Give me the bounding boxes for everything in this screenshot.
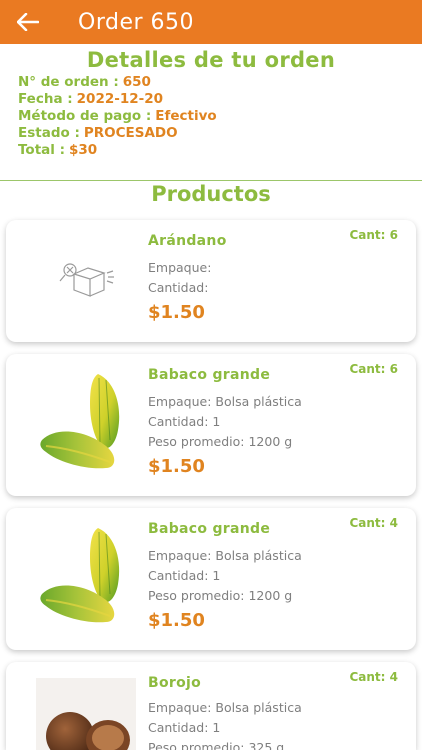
app-bar: Order 650 bbox=[0, 0, 422, 44]
date-label: Fecha : bbox=[18, 91, 73, 107]
status-value: PROCESADO bbox=[83, 125, 178, 141]
payment-method-label: Método de pago : bbox=[18, 108, 152, 124]
product-name: Borojo bbox=[148, 675, 202, 691]
order-number-row: N° de orden :650 bbox=[0, 74, 422, 91]
date-row: Fecha :2022-12-20 bbox=[0, 91, 422, 108]
average-weight-text: Peso promedio: 325 g bbox=[148, 740, 285, 750]
product-name: Babaco grande bbox=[148, 367, 271, 383]
payment-method-value: Efectivo bbox=[155, 108, 217, 124]
product-card[interactable]: Babaco grande Cant: 6 Empaque: Bolsa plá… bbox=[6, 354, 416, 496]
product-price: $1.50 bbox=[148, 610, 205, 631]
product-price: $1.50 bbox=[148, 456, 205, 477]
quantity-badge: Cant: 6 bbox=[349, 228, 398, 242]
product-card[interactable]: Arándano Cant: 6 Empaque: Cantidad: $1.5… bbox=[6, 220, 416, 342]
order-details-section: Detalles de tu orden N° de orden :650 Fe… bbox=[0, 44, 422, 180]
order-number-value: 650 bbox=[122, 74, 151, 90]
quantity-text: Cantidad: 1 bbox=[148, 720, 221, 735]
packaging-text: Empaque: bbox=[148, 260, 212, 275]
average-weight-text: Peso promedio: 1200 g bbox=[148, 588, 293, 603]
back-button[interactable] bbox=[0, 0, 56, 44]
payment-method-row: Método de pago : Efectivo bbox=[0, 108, 422, 125]
date-value: 2022-12-20 bbox=[76, 91, 164, 107]
details-heading: Detalles de tu orden bbox=[86, 48, 336, 72]
total-label: Total : bbox=[18, 142, 65, 158]
quantity-badge: Cant: 4 bbox=[349, 670, 398, 684]
product-name: Arándano bbox=[148, 233, 227, 249]
products-heading: Productos bbox=[151, 182, 271, 206]
status-row: Estado : PROCESADO bbox=[0, 125, 422, 142]
quantity-badge: Cant: 4 bbox=[349, 516, 398, 530]
status-label: Estado : bbox=[18, 125, 80, 141]
total-row: Total : $30 bbox=[0, 142, 422, 159]
arrow-left-icon bbox=[17, 13, 39, 31]
average-weight-text: Peso promedio: 1200 g bbox=[148, 434, 293, 449]
packaging-text: Empaque: Bolsa plástica bbox=[148, 548, 302, 563]
product-card[interactable]: Borojo Cant: 4 Empaque: Bolsa plástica C… bbox=[6, 662, 416, 750]
product-card[interactable]: Babaco grande Cant: 4 Empaque: Bolsa plá… bbox=[6, 508, 416, 650]
quantity-text: Cantidad: bbox=[148, 280, 209, 295]
packaging-text: Empaque: Bolsa plástica bbox=[148, 700, 302, 715]
quantity-text: Cantidad: 1 bbox=[148, 568, 221, 583]
quantity-text: Cantidad: 1 bbox=[148, 414, 221, 429]
page-title: Order 650 bbox=[78, 9, 195, 35]
product-price: $1.50 bbox=[148, 302, 205, 323]
total-value: $30 bbox=[68, 142, 98, 158]
packaging-text: Empaque: Bolsa plástica bbox=[148, 394, 302, 409]
quantity-badge: Cant: 6 bbox=[349, 362, 398, 376]
babaco-image bbox=[36, 368, 136, 480]
babaco-image bbox=[36, 522, 136, 634]
product-name: Babaco grande bbox=[148, 521, 271, 537]
order-number-label: N° de orden : bbox=[18, 74, 119, 90]
borojo-image bbox=[36, 678, 136, 750]
image-placeholder-icon bbox=[36, 246, 136, 310]
